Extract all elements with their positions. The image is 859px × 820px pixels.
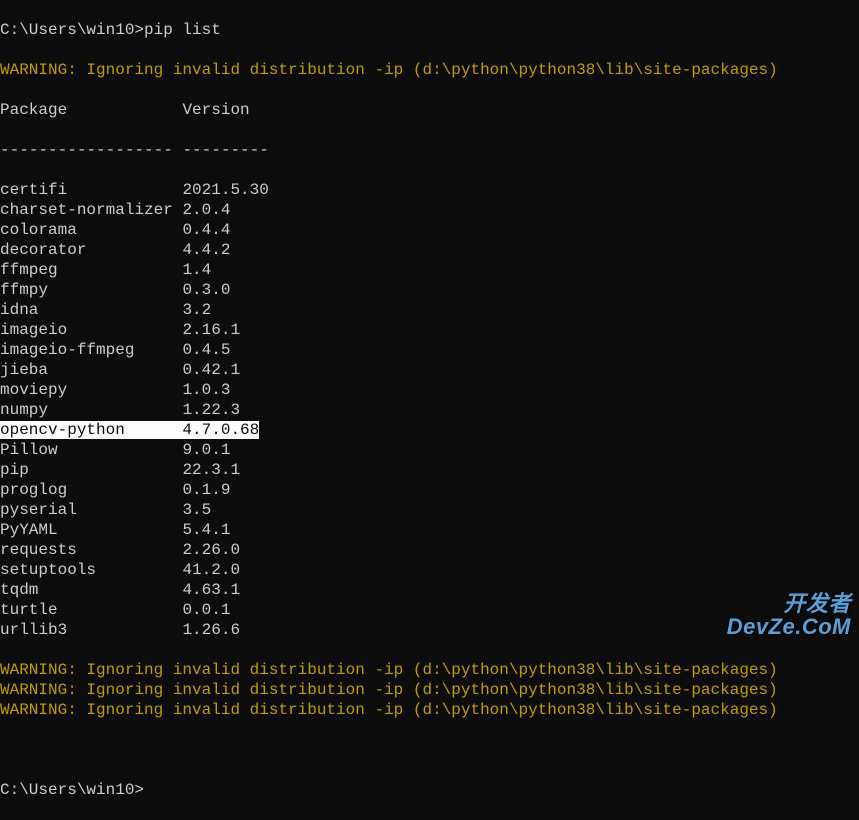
package-version: 0.0.1 [182,601,230,619]
package-version: 0.4.4 [182,221,230,239]
package-name: colorama [0,221,182,239]
package-name: proglog [0,481,182,499]
warning-line: WARNING: Ignoring invalid distribution -… [0,680,859,700]
table-row: decorator 4.4.2 [0,240,859,260]
package-version: 1.22.3 [182,401,240,419]
package-version: 2.26.0 [182,541,240,559]
package-version: 0.4.5 [182,341,230,359]
package-name: moviepy [0,381,182,399]
package-name: certifi [0,181,182,199]
table-row: charset-normalizer 2.0.4 [0,200,859,220]
table-row: pyserial 3.5 [0,500,859,520]
package-version: 3.2 [182,301,211,319]
package-version: 2.16.1 [182,321,240,339]
package-name: pip [0,461,182,479]
package-name: setuptools [0,561,182,579]
package-version: 41.2.0 [182,561,240,579]
package-list: certifi 2021.5.30charset-normalizer 2.0.… [0,180,859,640]
package-name: charset-normalizer [0,201,182,219]
table-row: ffmpeg 1.4 [0,260,859,280]
table-row: opencv-python 4.7.0.68 [0,420,859,440]
blank-line [0,740,859,760]
package-name: imageio [0,321,182,339]
table-row: numpy 1.22.3 [0,400,859,420]
package-version: 0.42.1 [182,361,240,379]
table-row: ffmpy 0.3.0 [0,280,859,300]
package-name: requests [0,541,182,559]
warning-line: WARNING: Ignoring invalid distribution -… [0,700,859,720]
terminal-output[interactable]: C:\Users\win10>pip list WARNING: Ignorin… [0,0,859,820]
table-row: PyYAML 5.4.1 [0,520,859,540]
warning-line: WARNING: Ignoring invalid distribution -… [0,660,859,680]
table-row: Pillow 9.0.1 [0,440,859,460]
package-version: 0.1.9 [182,481,230,499]
table-row: certifi 2021.5.30 [0,180,859,200]
table-row: pip 22.3.1 [0,460,859,480]
header-package: Package [0,101,182,119]
table-row: imageio 2.16.1 [0,320,859,340]
package-name: ffmpy [0,281,182,299]
table-row: moviepy 1.0.3 [0,380,859,400]
divider-package: ------------------ [0,141,182,159]
package-name: ffmpeg [0,261,182,279]
table-row: idna 3.2 [0,300,859,320]
package-version: 4.4.2 [182,241,230,259]
prompt-line-1: C:\Users\win10>pip list [0,20,859,40]
package-version: 9.0.1 [182,441,230,459]
header-version: Version [182,101,249,119]
warning-line-top: WARNING: Ignoring invalid distribution -… [0,60,859,80]
prompt-line-2: C:\Users\win10> [0,780,859,800]
package-version: 5.4.1 [182,521,230,539]
package-version: 1.26.6 [182,621,240,639]
package-version: 2.0.4 [182,201,230,219]
package-name: urllib3 [0,621,182,639]
watermark: 开发者 DevZe.CoM [727,592,851,638]
warnings-bottom: WARNING: Ignoring invalid distribution -… [0,660,859,720]
package-name: turtle [0,601,182,619]
package-name: pyserial [0,501,182,519]
table-row: jieba 0.42.1 [0,360,859,380]
package-version: 1.4 [182,261,211,279]
table-header: Package Version [0,100,859,120]
package-version: 0.3.0 [182,281,230,299]
package-name: Pillow [0,441,182,459]
package-name: numpy [0,401,182,419]
table-row: setuptools 41.2.0 [0,560,859,580]
package-version: 2021.5.30 [182,181,268,199]
package-name: idna [0,301,182,319]
package-name: jieba [0,361,182,379]
watermark-line1: 开发者 [727,592,851,615]
package-name: imageio-ffmpeg [0,341,182,359]
watermark-line2: DevZe.CoM [727,615,851,638]
package-version: 22.3.1 [182,461,240,479]
highlighted-package: opencv-python 4.7.0.68 [0,421,259,439]
divider-version: --------- [182,141,268,159]
table-row: requests 2.26.0 [0,540,859,560]
table-row: proglog 0.1.9 [0,480,859,500]
package-version: 3.5 [182,501,211,519]
table-divider: ------------------ --------- [0,140,859,160]
package-version: 4.63.1 [182,581,240,599]
table-row: imageio-ffmpeg 0.4.5 [0,340,859,360]
package-name: decorator [0,241,182,259]
package-version: 1.0.3 [182,381,230,399]
package-name: tqdm [0,581,182,599]
package-name: PyYAML [0,521,182,539]
table-row: colorama 0.4.4 [0,220,859,240]
